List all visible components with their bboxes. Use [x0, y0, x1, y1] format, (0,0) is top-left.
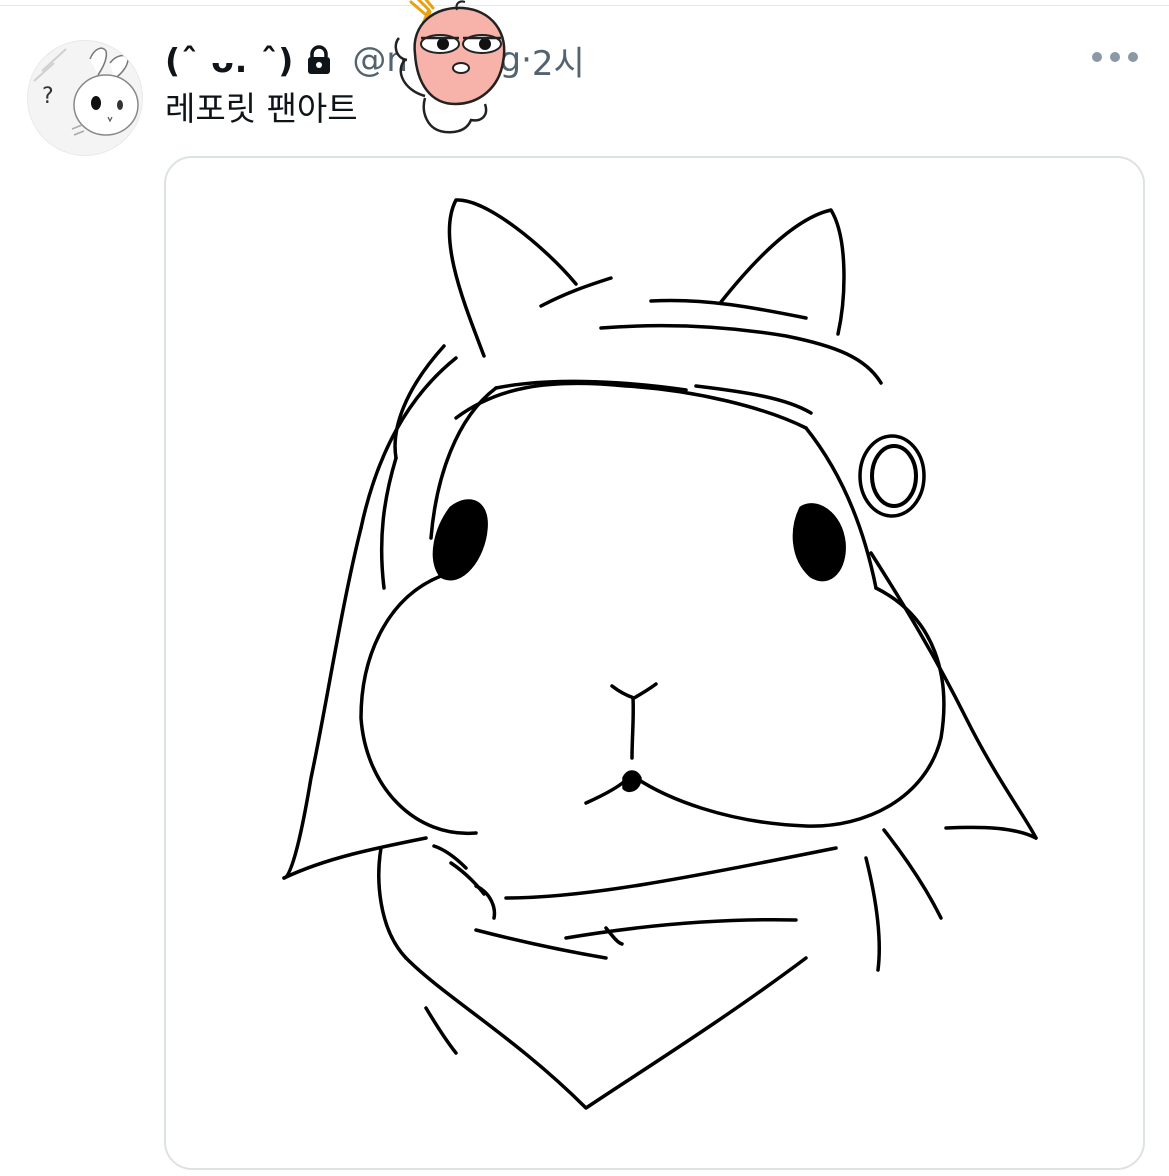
- peach-character-sticker: [385, 0, 525, 142]
- bunny-avatar-icon: ?: [28, 41, 142, 155]
- lock-icon: [306, 45, 332, 75]
- bunny-drawing-image: [282, 198, 1038, 1110]
- avatar[interactable]: ?: [27, 40, 143, 156]
- more-options-icon[interactable]: [1088, 44, 1142, 70]
- top-divider: [0, 5, 1169, 6]
- svg-text:?: ?: [42, 84, 54, 109]
- timestamp[interactable]: 2시: [532, 36, 585, 85]
- tweet-text: 레포릿 팬아트: [165, 89, 358, 128]
- media-image-card[interactable]: [164, 156, 1145, 1170]
- display-name[interactable]: (ˆ ᴗ. ˆ): [165, 41, 294, 80]
